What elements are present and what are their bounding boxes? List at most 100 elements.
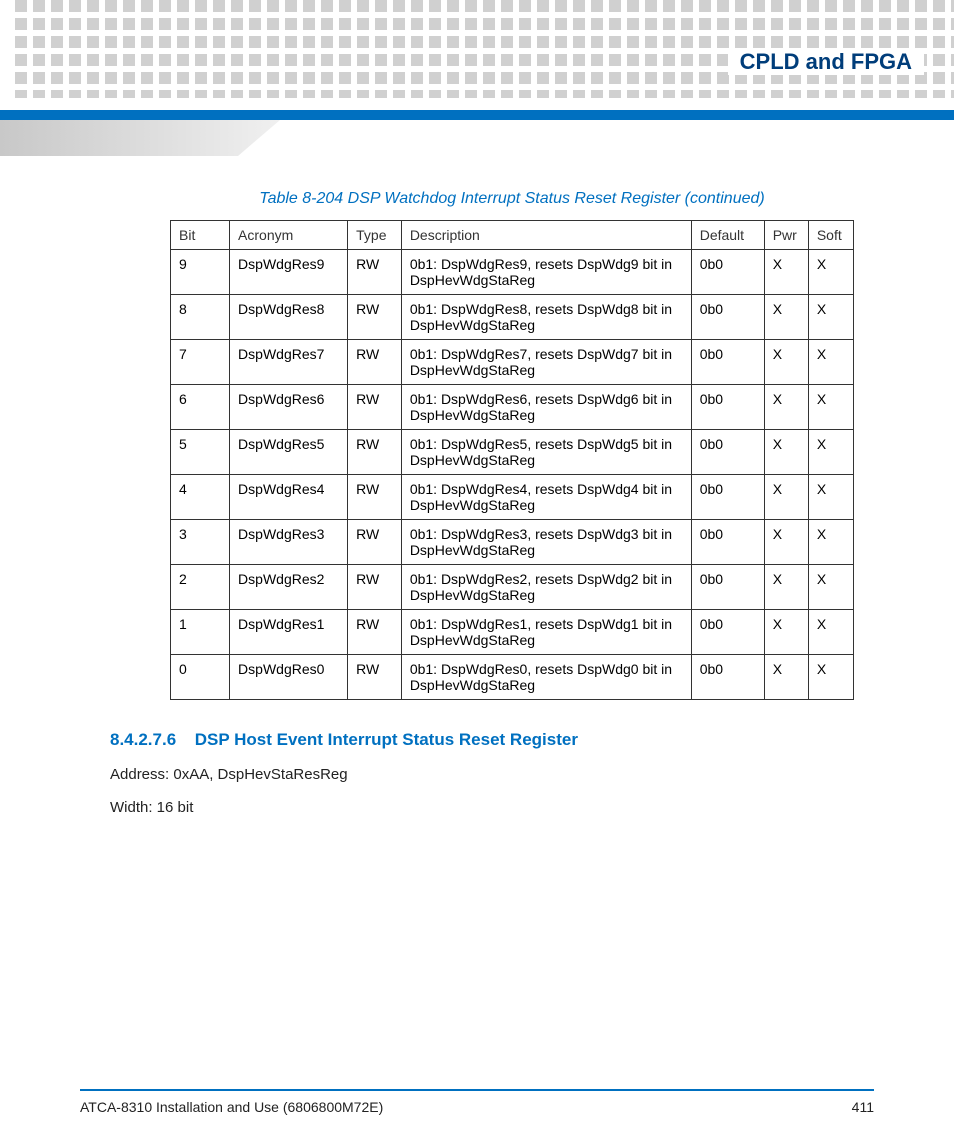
footer: ATCA-8310 Installation and Use (6806800M… [80,1089,874,1115]
cell-acronym: DspWdgRes9 [230,250,348,295]
cell-default: 0b0 [691,250,764,295]
table-row: 2DspWdgRes2RW0b1: DspWdgRes2, resets Dsp… [171,565,854,610]
cell-default: 0b0 [691,610,764,655]
table-row: 4DspWdgRes4RW0b1: DspWdgRes4, resets Dsp… [171,475,854,520]
cell-acronym: DspWdgRes4 [230,475,348,520]
table-header-row: Bit Acronym Type Description Default Pwr… [171,221,854,250]
cell-type: RW [348,475,402,520]
cell-soft: X [808,475,853,520]
cell-desc: 0b1: DspWdgRes1, resets DspWdg1 bit in D… [401,610,691,655]
cell-desc: 0b1: DspWdgRes9, resets DspWdg9 bit in D… [401,250,691,295]
table-row: 0DspWdgRes0RW0b1: DspWdgRes0, resets Dsp… [171,655,854,700]
cell-pwr: X [764,250,808,295]
section-number: 8.4.2.7.6 [110,730,190,750]
cell-bit: 5 [171,430,230,475]
chapter-title: CPLD and FPGA [728,49,924,75]
cell-type: RW [348,655,402,700]
cell-bit: 9 [171,250,230,295]
cell-bit: 7 [171,340,230,385]
cell-default: 0b0 [691,655,764,700]
table-row: 5DspWdgRes5RW0b1: DspWdgRes5, resets Dsp… [171,430,854,475]
cell-bit: 6 [171,385,230,430]
cell-soft: X [808,565,853,610]
cell-soft: X [808,250,853,295]
cell-desc: 0b1: DspWdgRes8, resets DspWdg8 bit in D… [401,295,691,340]
section-title: DSP Host Event Interrupt Status Reset Re… [195,730,578,749]
cell-default: 0b0 [691,340,764,385]
cell-pwr: X [764,655,808,700]
cell-type: RW [348,610,402,655]
section-heading: 8.4.2.7.6 DSP Host Event Interrupt Statu… [110,730,854,750]
cell-soft: X [808,430,853,475]
cell-acronym: DspWdgRes8 [230,295,348,340]
col-header-description: Description [401,221,691,250]
cell-type: RW [348,565,402,610]
footer-doc-title: ATCA-8310 Installation and Use (6806800M… [80,1099,383,1115]
cell-desc: 0b1: DspWdgRes7, resets DspWdg7 bit in D… [401,340,691,385]
cell-default: 0b0 [691,430,764,475]
cell-bit: 2 [171,565,230,610]
cell-pwr: X [764,565,808,610]
cell-default: 0b0 [691,385,764,430]
header-gray-wedge [0,120,280,156]
cell-default: 0b0 [691,295,764,340]
cell-soft: X [808,520,853,565]
cell-acronym: DspWdgRes1 [230,610,348,655]
table-row: 7DspWdgRes7RW0b1: DspWdgRes7, resets Dsp… [171,340,854,385]
cell-default: 0b0 [691,565,764,610]
footer-page-number: 411 [852,1099,874,1115]
cell-pwr: X [764,610,808,655]
cell-type: RW [348,250,402,295]
cell-default: 0b0 [691,475,764,520]
cell-pwr: X [764,520,808,565]
table-row: 6DspWdgRes6RW0b1: DspWdgRes6, resets Dsp… [171,385,854,430]
col-header-default: Default [691,221,764,250]
section-address: Address: 0xAA, DspHevStaResReg [110,766,854,783]
col-header-soft: Soft [808,221,853,250]
cell-acronym: DspWdgRes2 [230,565,348,610]
cell-desc: 0b1: DspWdgRes5, resets DspWdg5 bit in D… [401,430,691,475]
cell-pwr: X [764,475,808,520]
cell-soft: X [808,610,853,655]
cell-bit: 8 [171,295,230,340]
cell-pwr: X [764,385,808,430]
header-blue-bar [0,110,954,120]
cell-soft: X [808,385,853,430]
cell-acronym: DspWdgRes0 [230,655,348,700]
cell-acronym: DspWdgRes6 [230,385,348,430]
col-header-pwr: Pwr [764,221,808,250]
table-row: 3DspWdgRes3RW0b1: DspWdgRes3, resets Dsp… [171,520,854,565]
cell-acronym: DspWdgRes5 [230,430,348,475]
cell-acronym: DspWdgRes3 [230,520,348,565]
cell-acronym: DspWdgRes7 [230,340,348,385]
cell-bit: 4 [171,475,230,520]
section-width: Width: 16 bit [110,799,854,816]
cell-pwr: X [764,295,808,340]
table-row: 9DspWdgRes9RW0b1: DspWdgRes9, resets Dsp… [171,250,854,295]
table-row: 1DspWdgRes1RW0b1: DspWdgRes1, resets Dsp… [171,610,854,655]
cell-default: 0b0 [691,520,764,565]
cell-type: RW [348,385,402,430]
cell-desc: 0b1: DspWdgRes6, resets DspWdg6 bit in D… [401,385,691,430]
cell-type: RW [348,340,402,385]
cell-bit: 3 [171,520,230,565]
cell-desc: 0b1: DspWdgRes2, resets DspWdg2 bit in D… [401,565,691,610]
cell-pwr: X [764,430,808,475]
cell-desc: 0b1: DspWdgRes3, resets DspWdg3 bit in D… [401,520,691,565]
cell-pwr: X [764,340,808,385]
col-header-bit: Bit [171,221,230,250]
cell-type: RW [348,295,402,340]
cell-bit: 1 [171,610,230,655]
cell-desc: 0b1: DspWdgRes4, resets DspWdg4 bit in D… [401,475,691,520]
col-header-type: Type [348,221,402,250]
cell-desc: 0b1: DspWdgRes0, resets DspWdg0 bit in D… [401,655,691,700]
table-title: Table 8-204 DSP Watchdog Interrupt Statu… [170,190,854,208]
cell-soft: X [808,295,853,340]
table-row: 8DspWdgRes8RW0b1: DspWdgRes8, resets Dsp… [171,295,854,340]
cell-type: RW [348,520,402,565]
cell-type: RW [348,430,402,475]
cell-bit: 0 [171,655,230,700]
cell-soft: X [808,655,853,700]
cell-soft: X [808,340,853,385]
register-table: Bit Acronym Type Description Default Pwr… [170,220,854,700]
